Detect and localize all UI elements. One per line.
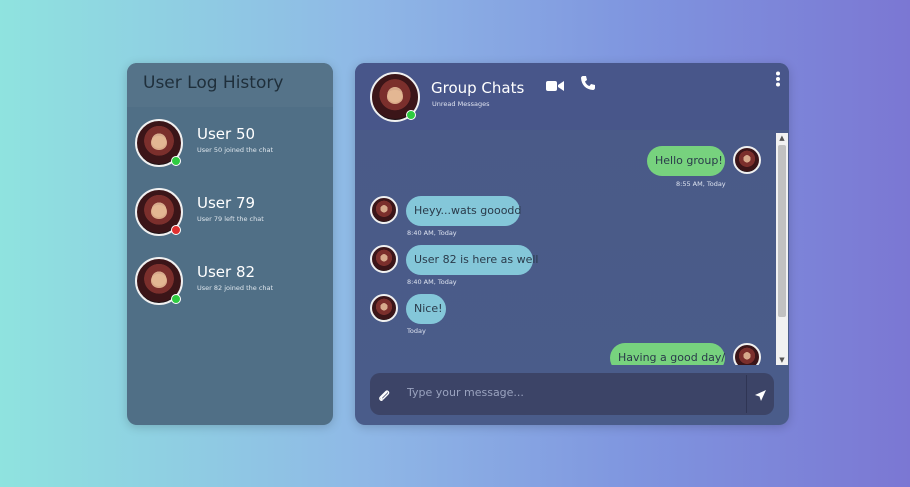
message-scrollbar[interactable]: ▲ ▼ [776, 133, 788, 365]
message-bubble-sent: Hello group! [647, 146, 725, 176]
message-bubble-received: Nice! [406, 294, 446, 324]
user-log-panel: User Log History User 50 User 50 joined … [127, 63, 333, 425]
paperclip-icon[interactable] [378, 387, 390, 406]
message-bubble-received: Heyy...wats gooodd [406, 196, 521, 226]
send-icon[interactable] [754, 387, 767, 406]
message-timestamp: 8:40 AM, Today [407, 278, 457, 286]
log-item[interactable]: User 82 User 82 joined the chat [135, 257, 325, 311]
log-user-name: User 50 [197, 125, 256, 143]
more-vertical-icon[interactable] [775, 71, 781, 91]
avatar [733, 146, 761, 174]
scroll-down-arrow[interactable]: ▼ [776, 355, 788, 365]
message-list[interactable]: Hello group! 8:55 AM, Today Heyy...wats … [355, 133, 775, 365]
video-camera-icon[interactable] [546, 77, 564, 96]
composer-divider [746, 375, 747, 413]
user-log-title: User Log History [143, 73, 284, 93]
log-user-name: User 82 [197, 263, 256, 281]
chat-header [355, 63, 789, 130]
avatar [733, 343, 761, 365]
log-item[interactable]: User 79 User 79 left the chat [135, 188, 325, 242]
status-online-dot [406, 110, 416, 120]
log-item[interactable]: User 50 User 50 joined the chat [135, 119, 325, 173]
message-composer [370, 373, 774, 415]
avatar [370, 294, 398, 322]
phone-icon[interactable] [580, 75, 596, 95]
chat-title: Group Chats [431, 79, 525, 97]
scroll-thumb[interactable] [778, 145, 786, 317]
log-event-text: User 50 joined the chat [197, 146, 274, 154]
scroll-up-arrow[interactable]: ▲ [776, 133, 788, 143]
message-bubble-received: User 82 is here as well [406, 245, 538, 275]
log-user-name: User 79 [197, 194, 256, 212]
status-offline-dot [171, 225, 181, 235]
chat-panel: Group Chats Unread Messages Hello group!… [355, 63, 789, 425]
avatar [370, 245, 398, 273]
message-input[interactable] [405, 378, 749, 406]
message-timestamp: Today [407, 327, 426, 335]
status-online-dot [171, 294, 181, 304]
message-bubble-sent: Having a good day/ [610, 343, 725, 365]
status-online-dot [171, 156, 181, 166]
message-timestamp: 8:40 AM, Today [407, 229, 457, 237]
log-event-text: User 79 left the chat [197, 215, 264, 223]
log-event-text: User 82 joined the chat [197, 284, 274, 292]
message-timestamp: 8:55 AM, Today [676, 180, 726, 188]
chat-subtitle: Unread Messages [432, 100, 490, 108]
avatar [370, 196, 398, 224]
